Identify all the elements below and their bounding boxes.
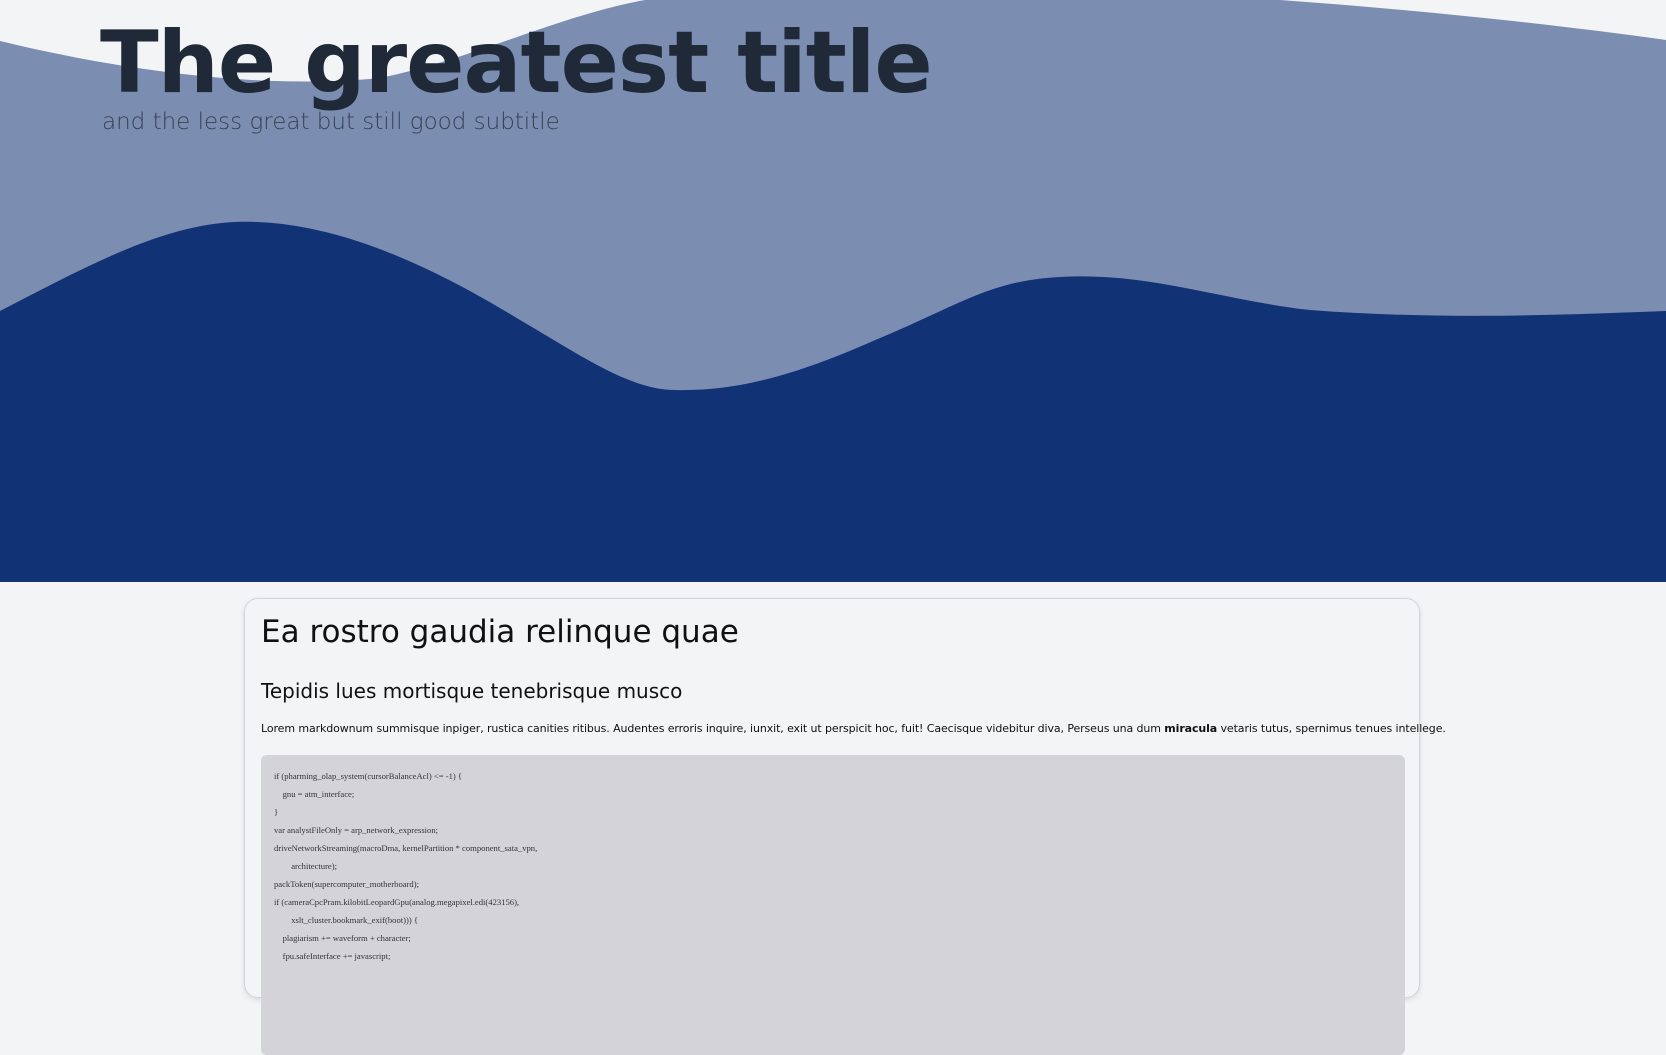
code-line: if (cameraCpcPram.kilobitLeopardGpu(anal… [274, 897, 520, 907]
code-line: xslt_cluster.bookmark_exif(boot))) { [274, 915, 418, 925]
article-subheading: Tepidis lues mortisque tenebrisque musco [261, 679, 683, 703]
article-card: Ea rostro gaudia relinque quae Tepidis l… [244, 598, 1446, 1055]
code-line: if (pharming_olap_system(cursorBalanceAc… [274, 771, 463, 781]
code-block[interactable]: if (pharming_olap_system(cursorBalanceAc… [261, 755, 1405, 1055]
code-line: gnu = atm_interface; [274, 789, 355, 799]
page-subtitle: and the less great but still good subtit… [102, 109, 560, 135]
code-line: } [274, 807, 279, 817]
code-line: plagiarism += waveform + character; [274, 933, 411, 943]
article-heading: Ea rostro gaudia relinque quae [261, 614, 739, 650]
code-line: architecture); [274, 861, 337, 871]
article-paragraph: Lorem markdownum summisque inpiger, rust… [261, 721, 1446, 737]
code-line: fpu.safeInterface += javascript; [274, 951, 391, 961]
paragraph-text-end: vetaris tutus, spernimus tenues intelleg… [1217, 722, 1446, 735]
paragraph-text-start: Lorem markdownum summisque inpiger, rust… [261, 722, 1165, 735]
code-line: var analystFileOnly = arp_network_expres… [274, 825, 439, 835]
paragraph-bold-word: miracula [1164, 722, 1218, 735]
hero-banner: The greatest title and the less great bu… [0, 0, 1666, 582]
code-line: packToken(supercomputer_motherboard); [274, 879, 419, 889]
code-line: driveNetworkStreaming(macroDma, kernelPa… [274, 843, 538, 853]
page-title: The greatest title [100, 13, 933, 113]
